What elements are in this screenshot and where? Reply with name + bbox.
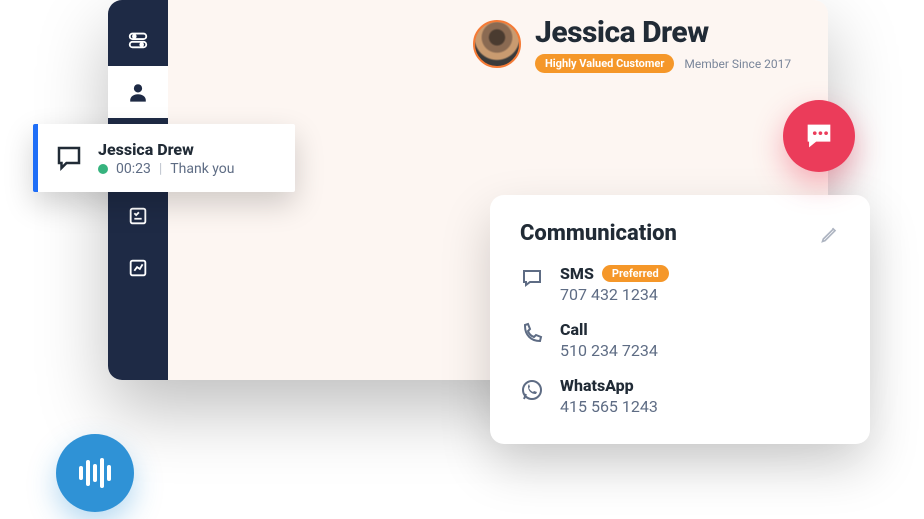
voice-bar-icon xyxy=(93,464,97,482)
toggles-icon xyxy=(127,29,149,51)
customer-header: Jessica Drew Highly Valued Customer Memb… xyxy=(473,15,791,73)
sidebar-item-customer[interactable] xyxy=(108,66,168,118)
avatar xyxy=(473,20,521,68)
customer-badge: Highly Valued Customer xyxy=(535,54,674,73)
chart-icon xyxy=(127,257,149,279)
voice-bar-icon xyxy=(86,460,90,486)
voice-bar-icon xyxy=(79,466,83,480)
phone-icon xyxy=(520,322,544,346)
voice-bar-icon xyxy=(107,465,111,481)
sidebar-item-checklist[interactable] xyxy=(108,190,168,242)
preferred-badge: Preferred xyxy=(602,265,669,282)
channel-value: 510 234 7234 xyxy=(560,341,658,360)
divider: | xyxy=(159,161,162,177)
chat-button[interactable] xyxy=(783,100,855,172)
sidebar-item-analytics[interactable] xyxy=(108,242,168,294)
channel-value: 415 565 1243 xyxy=(560,397,658,416)
pencil-icon[interactable] xyxy=(820,224,840,244)
conversation-preview: Thank you xyxy=(170,161,234,177)
conversation-card[interactable]: Jessica Drew 00:23 | Thank you xyxy=(33,124,295,192)
whatsapp-icon xyxy=(520,378,544,402)
sidebar-item-toggles[interactable] xyxy=(108,14,168,66)
channel-label: WhatsApp xyxy=(560,376,634,395)
channel-label: SMS xyxy=(560,264,594,283)
status-dot xyxy=(98,164,108,174)
conversation-name: Jessica Drew xyxy=(98,140,235,159)
channel-label: Call xyxy=(560,320,588,339)
channel-whatsapp[interactable]: WhatsApp 415 565 1243 xyxy=(520,376,840,416)
person-icon xyxy=(127,81,149,103)
communication-panel: Communication SMS Preferred 707 432 1234… xyxy=(490,195,870,444)
voice-button[interactable] xyxy=(56,434,134,512)
conversation-timestamp: 00:23 xyxy=(116,161,151,177)
channel-call[interactable]: Call 510 234 7234 xyxy=(520,320,840,360)
member-since: Member Since 2017 xyxy=(684,57,791,71)
speech-bubble-icon xyxy=(54,143,84,173)
channel-sms[interactable]: SMS Preferred 707 432 1234 xyxy=(520,264,840,304)
communication-title: Communication xyxy=(520,221,677,246)
customer-name: Jessica Drew xyxy=(535,15,791,50)
sms-icon xyxy=(520,266,544,290)
checklist-icon xyxy=(127,205,149,227)
voice-bar-icon xyxy=(100,458,104,488)
channel-value: 707 432 1234 xyxy=(560,285,669,304)
chat-dots-icon xyxy=(802,119,836,153)
